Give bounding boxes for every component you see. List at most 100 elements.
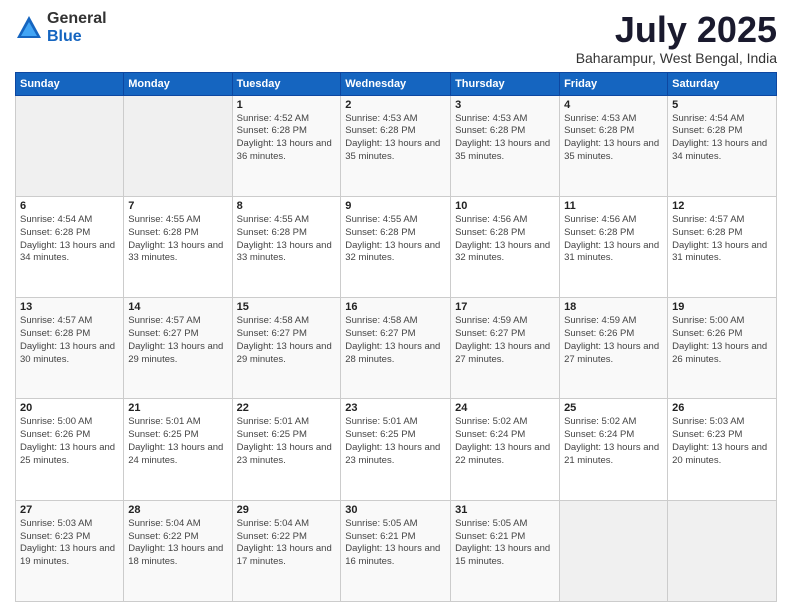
day-info: Sunrise: 5:02 AMSunset: 6:24 PMDaylight:… <box>455 416 555 467</box>
day-number: 14 <box>128 301 227 313</box>
day-info: Sunrise: 4:57 AMSunset: 6:28 PMDaylight:… <box>20 315 119 366</box>
day-info: Sunrise: 4:59 AMSunset: 6:26 PMDaylight:… <box>564 315 663 366</box>
day-info: Sunrise: 4:53 AMSunset: 6:28 PMDaylight:… <box>455 113 555 164</box>
calendar-subtitle: Baharampur, West Bengal, India <box>576 50 777 66</box>
day-number: 13 <box>20 301 119 313</box>
table-row: 5Sunrise: 4:54 AMSunset: 6:28 PMDaylight… <box>668 95 777 196</box>
day-number: 16 <box>345 301 446 313</box>
day-number: 2 <box>345 99 446 111</box>
day-number: 31 <box>455 504 555 516</box>
day-info: Sunrise: 4:59 AMSunset: 6:27 PMDaylight:… <box>455 315 555 366</box>
day-number: 12 <box>672 200 772 212</box>
day-info: Sunrise: 5:03 AMSunset: 6:23 PMDaylight:… <box>672 416 772 467</box>
day-number: 18 <box>564 301 663 313</box>
calendar-week-row: 13 Sunrise: 4:57 AMSunset: 6:28 PMDayligh… <box>16 298 777 399</box>
table-row: 30 Sunrise: 5:05 AMSunset: 6:21 PMDayligh… <box>341 500 451 601</box>
table-row: 19 Sunrise: 5:00 AMSunset: 6:26 PMDayligh… <box>668 298 777 399</box>
day-info: Sunrise: 4:54 AMSunset: 6:28 PMDaylight:… <box>20 214 119 265</box>
day-number: 29 <box>237 504 337 516</box>
day-info: Sunrise: 4:56 AMSunset: 6:28 PMDaylight:… <box>564 214 663 265</box>
table-row: 23 Sunrise: 5:01 AMSunset: 6:25 PMDayligh… <box>341 399 451 500</box>
table-row: 20 Sunrise: 5:00 AMSunset: 6:26 PMDayligh… <box>16 399 124 500</box>
day-info: Sunrise: 4:53 AMSunset: 6:28 PMDaylight:… <box>345 113 446 164</box>
day-number: 30 <box>345 504 446 516</box>
title-block: July 2025 Baharampur, West Bengal, India <box>576 10 777 66</box>
table-row <box>560 500 668 601</box>
table-row: 15 Sunrise: 4:58 AMSunset: 6:27 PMDayligh… <box>232 298 341 399</box>
day-info: Sunrise: 5:00 AMSunset: 6:26 PMDaylight:… <box>672 315 772 366</box>
day-number: 28 <box>128 504 227 516</box>
col-tuesday: Tuesday <box>232 72 341 95</box>
col-saturday: Saturday <box>668 72 777 95</box>
table-row: 11 Sunrise: 4:56 AMSunset: 6:28 PMDayligh… <box>560 196 668 297</box>
day-info: Sunrise: 4:57 AMSunset: 6:27 PMDaylight:… <box>128 315 227 366</box>
day-number: 22 <box>237 402 337 414</box>
day-number: 26 <box>672 402 772 414</box>
day-number: 1 <box>237 99 337 111</box>
table-row: 31Sunrise: 5:05 AMSunset: 6:21 PMDayligh… <box>451 500 560 601</box>
table-row: 12 Sunrise: 4:57 AMSunset: 6:28 PMDayligh… <box>668 196 777 297</box>
table-row: 16Sunrise: 4:58 AMSunset: 6:27 PMDayligh… <box>341 298 451 399</box>
table-row: 4Sunrise: 4:53 AMSunset: 6:28 PMDaylight… <box>560 95 668 196</box>
table-row: 18 Sunrise: 4:59 AMSunset: 6:26 PMDayligh… <box>560 298 668 399</box>
calendar-title: July 2025 <box>576 10 777 50</box>
day-number: 25 <box>564 402 663 414</box>
day-number: 27 <box>20 504 119 516</box>
col-wednesday: Wednesday <box>341 72 451 95</box>
table-row: 21 Sunrise: 5:01 AMSunset: 6:25 PMDayligh… <box>124 399 232 500</box>
calendar-week-row: 27 Sunrise: 5:03 AMSunset: 6:23 PMDayligh… <box>16 500 777 601</box>
day-number: 7 <box>128 200 227 212</box>
day-info: Sunrise: 5:03 AMSunset: 6:23 PMDaylight:… <box>20 518 119 569</box>
table-row: 29 Sunrise: 5:04 AMSunset: 6:22 PMDayligh… <box>232 500 341 601</box>
day-number: 5 <box>672 99 772 111</box>
day-number: 6 <box>20 200 119 212</box>
day-info: Sunrise: 5:01 AMSunset: 6:25 PMDaylight:… <box>345 416 446 467</box>
day-info: Sunrise: 4:58 AMSunset: 6:27 PMDaylight:… <box>237 315 337 366</box>
day-info: Sunrise: 5:00 AMSunset: 6:26 PMDaylight:… <box>20 416 119 467</box>
table-row: 3Sunrise: 4:53 AMSunset: 6:28 PMDaylight… <box>451 95 560 196</box>
table-row: 14 Sunrise: 4:57 AMSunset: 6:27 PMDayligh… <box>124 298 232 399</box>
page-header: General Blue July 2025 Baharampur, West … <box>15 10 777 66</box>
logo: General Blue <box>15 10 107 45</box>
col-sunday: Sunday <box>16 72 124 95</box>
table-row: 8Sunrise: 4:55 AMSunset: 6:28 PMDaylight… <box>232 196 341 297</box>
day-number: 20 <box>20 402 119 414</box>
table-row: 17Sunrise: 4:59 AMSunset: 6:27 PMDayligh… <box>451 298 560 399</box>
calendar-header-row: Sunday Monday Tuesday Wednesday Thursday… <box>16 72 777 95</box>
col-monday: Monday <box>124 72 232 95</box>
day-number: 9 <box>345 200 446 212</box>
day-number: 10 <box>455 200 555 212</box>
calendar-week-row: 6 Sunrise: 4:54 AMSunset: 6:28 PMDaylight… <box>16 196 777 297</box>
day-info: Sunrise: 4:53 AMSunset: 6:28 PMDaylight:… <box>564 113 663 164</box>
day-info: Sunrise: 4:55 AMSunset: 6:28 PMDaylight:… <box>128 214 227 265</box>
day-number: 21 <box>128 402 227 414</box>
table-row <box>124 95 232 196</box>
table-row: 27 Sunrise: 5:03 AMSunset: 6:23 PMDayligh… <box>16 500 124 601</box>
logo-general-text: General <box>47 10 107 28</box>
day-info: Sunrise: 4:56 AMSunset: 6:28 PMDaylight:… <box>455 214 555 265</box>
table-row: 1 Sunrise: 4:52 AMSunset: 6:28 PMDaylight… <box>232 95 341 196</box>
day-info: Sunrise: 4:55 AMSunset: 6:28 PMDaylight:… <box>345 214 446 265</box>
day-info: Sunrise: 4:55 AMSunset: 6:28 PMDaylight:… <box>237 214 337 265</box>
calendar-week-row: 1 Sunrise: 4:52 AMSunset: 6:28 PMDaylight… <box>16 95 777 196</box>
table-row: 7 Sunrise: 4:55 AMSunset: 6:28 PMDaylight… <box>124 196 232 297</box>
day-number: 11 <box>564 200 663 212</box>
day-info: Sunrise: 5:02 AMSunset: 6:24 PMDaylight:… <box>564 416 663 467</box>
day-info: Sunrise: 4:52 AMSunset: 6:28 PMDaylight:… <box>237 113 337 164</box>
table-row: 25 Sunrise: 5:02 AMSunset: 6:24 PMDayligh… <box>560 399 668 500</box>
day-info: Sunrise: 5:05 AMSunset: 6:21 PMDaylight:… <box>345 518 446 569</box>
day-number: 15 <box>237 301 337 313</box>
day-info: Sunrise: 4:57 AMSunset: 6:28 PMDaylight:… <box>672 214 772 265</box>
col-friday: Friday <box>560 72 668 95</box>
day-number: 19 <box>672 301 772 313</box>
day-number: 23 <box>345 402 446 414</box>
calendar-week-row: 20 Sunrise: 5:00 AMSunset: 6:26 PMDayligh… <box>16 399 777 500</box>
table-row <box>16 95 124 196</box>
logo-blue-text: Blue <box>47 28 107 46</box>
table-row: 22 Sunrise: 5:01 AMSunset: 6:25 PMDayligh… <box>232 399 341 500</box>
day-info: Sunrise: 5:01 AMSunset: 6:25 PMDaylight:… <box>128 416 227 467</box>
day-info: Sunrise: 5:01 AMSunset: 6:25 PMDaylight:… <box>237 416 337 467</box>
table-row: 9 Sunrise: 4:55 AMSunset: 6:28 PMDaylight… <box>341 196 451 297</box>
day-info: Sunrise: 5:04 AMSunset: 6:22 PMDaylight:… <box>237 518 337 569</box>
table-row: 10 Sunrise: 4:56 AMSunset: 6:28 PMDayligh… <box>451 196 560 297</box>
